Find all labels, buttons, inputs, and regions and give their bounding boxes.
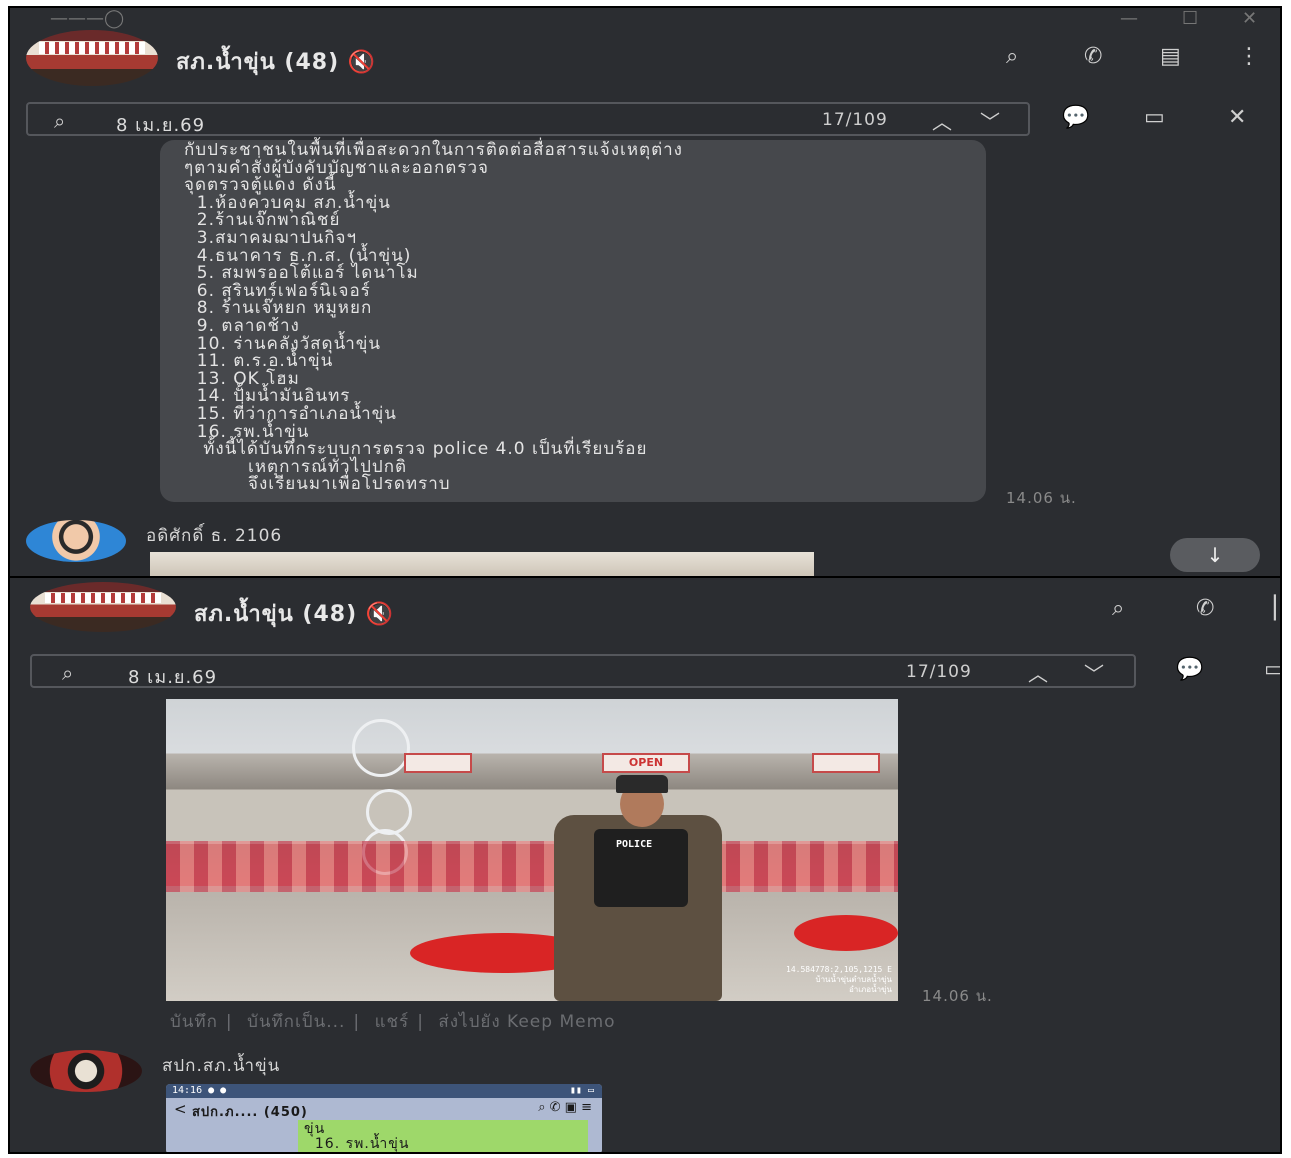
message-line: จึงเรียนมาเพื่อโปรดทราบ [184, 474, 451, 495]
search-icon: ⌕ [54, 109, 66, 133]
light-ring [366, 789, 412, 835]
phone-status-bar: 14:16 ● ● ▮▮ ▭ [166, 1084, 602, 1098]
screenshot-image[interactable]: 14:16 ● ● ▮▮ ▭ < สปก.ภ.... (450) ⌕ ✆ ▣ ≡ … [166, 1084, 602, 1152]
message-line: 3.สมาคมฌาปนกิจฯ [184, 227, 358, 248]
search-icon[interactable]: ⌕ [1112, 598, 1124, 620]
muted-speaker-icon: 🔇 [365, 602, 395, 627]
phone-chat-title: สปก.ภ.... (450) [192, 1105, 308, 1120]
scroll-to-bottom-button[interactable]: ↓ [1170, 538, 1260, 572]
more-vertical-icon[interactable]: ⋮ [1238, 46, 1260, 68]
save-as-link[interactable]: บันทึกเป็น... [247, 1012, 345, 1032]
message-text: กับประชาชนในพื้นที่เพื่อสะดวกในการติดต่อ… [184, 140, 966, 495]
calendar-icon[interactable]: ▭ [1264, 659, 1280, 681]
phone-icon[interactable]: ✆ [1084, 46, 1102, 68]
photo-message[interactable]: OPEN POLICE 14.584778:2,105,1215 E บ้านน… [166, 699, 898, 1001]
chat-window-top: ———◯ — ☐ ✕ สภ.น้ำขุ่น (48) 🔇 ⌕ ✆ ▤ ⋮ ⌕ 8… [8, 6, 1282, 578]
display-counter [166, 840, 898, 893]
notes-icon[interactable]: ▏ [1274, 598, 1280, 620]
search-icon[interactable]: ⌕ [1006, 46, 1018, 68]
chevron-up-icon[interactable]: ︿ [1028, 658, 1048, 687]
search-input[interactable]: 8 เม.ย.69 [116, 110, 205, 139]
red-stool [794, 915, 898, 951]
chevron-down-icon[interactable]: ﹀ [1084, 658, 1104, 687]
sender-avatar[interactable] [30, 1050, 142, 1092]
search-input[interactable]: 8 เม.ย.69 [128, 662, 217, 691]
sender-name: สปก.สภ.น้ำขุ่น [162, 1056, 281, 1076]
open-sign: OPEN [602, 753, 690, 773]
message-search-bar[interactable]: ⌕ 8 เม.ย.69 17/109 ︿ ﹀ [26, 102, 1030, 136]
vest-label: POLICE [616, 839, 653, 850]
message-line: 8. ร้านเจ๊หยก หมูหยก [184, 298, 373, 319]
calendar-icon[interactable]: ▭ [1144, 107, 1165, 129]
chat-bubble-icon[interactable]: 💬 [1176, 659, 1203, 681]
search-result-counter: 17/109 [822, 110, 888, 130]
send-to-keep-memo-link[interactable]: ส่งไปยัง Keep Memo [438, 1012, 615, 1032]
chevron-down-icon[interactable]: ﹀ [980, 106, 1000, 135]
chat-bubble-icon[interactable]: 💬 [1062, 107, 1089, 129]
chevron-up-icon[interactable]: ︿ [932, 106, 952, 135]
image-preview[interactable] [150, 552, 814, 576]
sender-name: อดิศักดิ์ ธ. 2106 [146, 526, 283, 546]
message-time: 14.06 น. [1006, 489, 1077, 507]
gps-stamp: 14.584778:2,105,1215 E บ้านน้ำขุ่นตำบลน้… [786, 965, 892, 994]
chat-title: สภ.น้ำขุ่น (48) 🔇 [176, 50, 377, 75]
message-line: 15. ที่ว่าการอำเภอน้ำขุ่น [184, 403, 397, 424]
chat-title: สภ.น้ำขุ่น (48) 🔇 [194, 602, 395, 627]
light-ring [352, 719, 410, 777]
green-message: ขุ่น 16. รพ.น้ำขุ่น [298, 1120, 588, 1152]
save-link[interactable]: บันทึก [170, 1012, 218, 1032]
shop-sign [404, 753, 472, 773]
group-avatar[interactable] [26, 30, 158, 86]
photo-actions: บันทึก | บันทึกเป็น... | แชร์ | ส่งไปยัง Ke… [170, 1012, 616, 1032]
shop-sign [812, 753, 880, 773]
close-icon[interactable]: ✕ [1228, 107, 1246, 129]
officer-cap [616, 775, 668, 793]
sender-avatar[interactable] [26, 520, 126, 562]
phone-toolbar-icons: ⌕ ✆ ▣ ≡ [538, 1100, 592, 1115]
back-icon: < [174, 1100, 187, 1118]
search-icon: ⌕ [62, 661, 74, 685]
chat-window-bottom: สภ.น้ำขุ่น (48) 🔇 ⌕ ✆ ▏ ⌕ 8 เม.ย.69 17/1… [8, 576, 1282, 1154]
message-line: กับประชาชนในพื้นที่เพื่อสะดวกในการติดต่อ… [184, 140, 683, 160]
group-avatar[interactable] [30, 582, 176, 632]
message-time: 14.06 น. [922, 987, 993, 1005]
arrow-down-icon: ↓ [1206, 543, 1224, 567]
message-line: 9. ตลาดช้าง [184, 315, 300, 336]
notes-icon[interactable]: ▤ [1160, 46, 1181, 68]
message-line: 11. ต.ร.อ.น้ำขุ่น [184, 351, 334, 372]
message-search-bar[interactable]: ⌕ 8 เม.ย.69 17/109 ︿ ﹀ [30, 654, 1136, 688]
message-bubble[interactable]: กับประชาชนในพื้นที่เพื่อสะดวกในการติดต่อ… [160, 140, 986, 502]
muted-speaker-icon: 🔇 [347, 50, 377, 75]
share-link[interactable]: แชร์ [375, 1012, 410, 1032]
search-result-counter: 17/109 [906, 662, 972, 682]
phone-icon[interactable]: ✆ [1196, 598, 1214, 620]
